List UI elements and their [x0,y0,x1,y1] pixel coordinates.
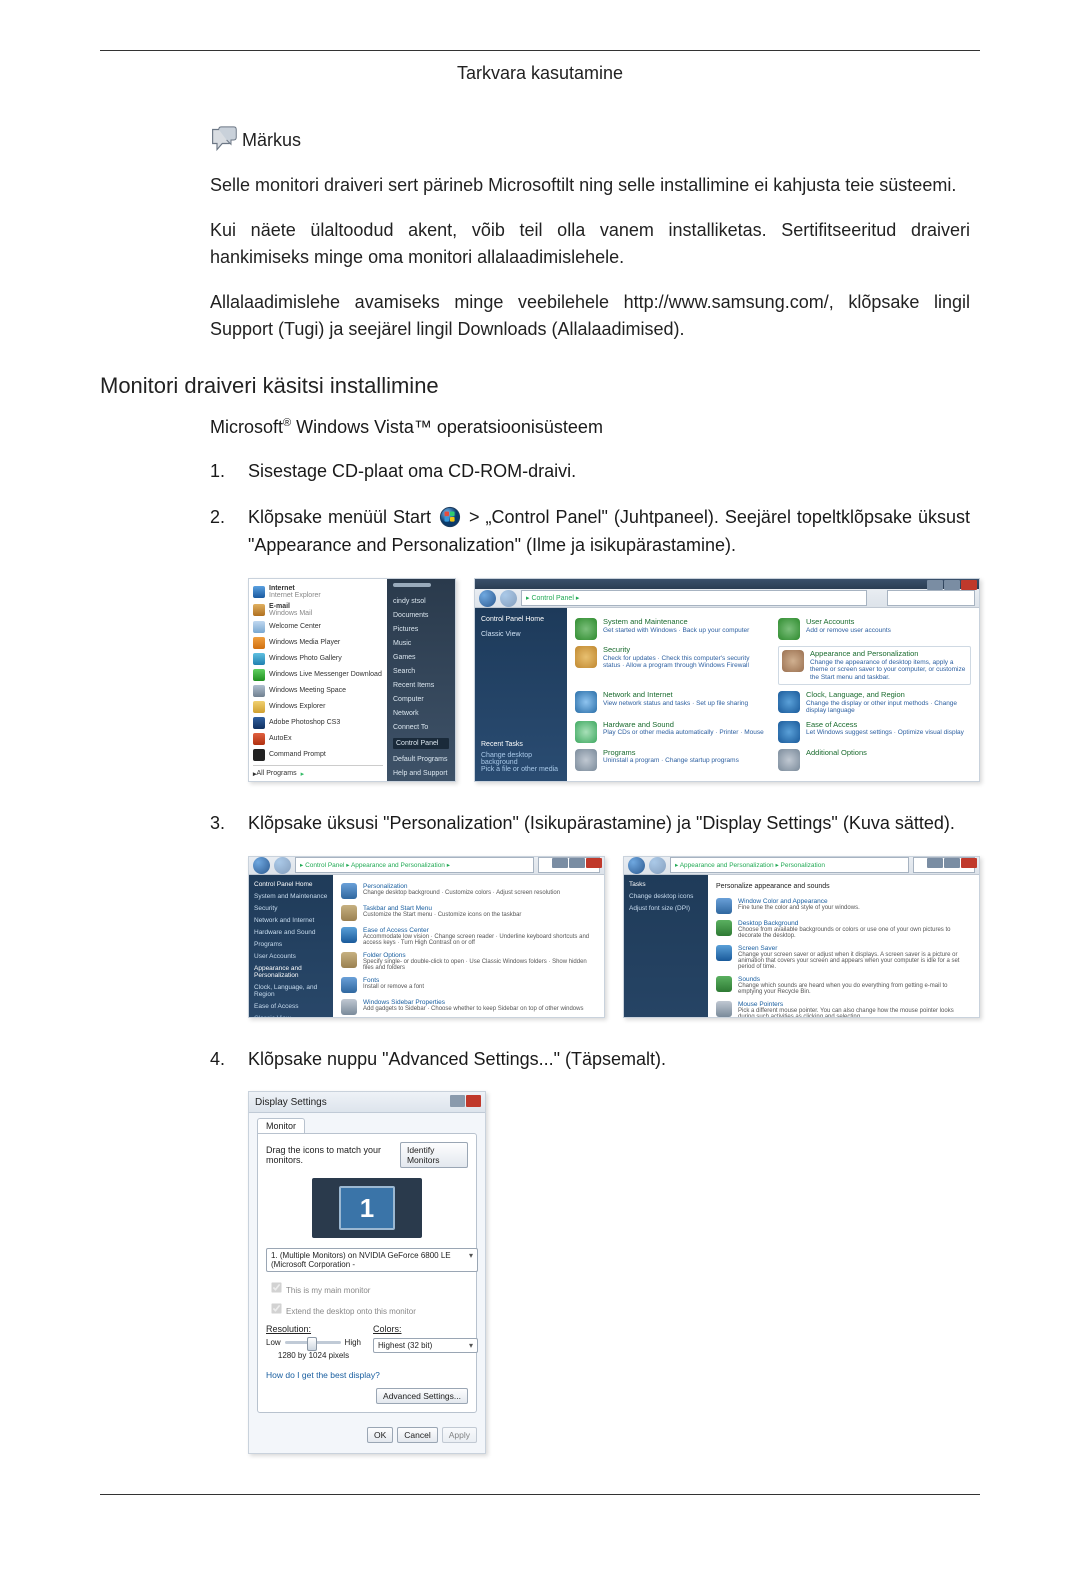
colors-combo[interactable]: Highest (32 bit) [373,1338,478,1353]
note-p2: Kui näete ülaltoodud akent, võib teil ol… [210,217,970,271]
advanced-settings-button[interactable]: Advanced Settings... [376,1388,468,1404]
monitor-arrange-box[interactable]: 1 [312,1178,422,1238]
extend-desktop-checkbox [271,1304,281,1314]
monitor-1-icon[interactable]: 1 [339,1186,395,1230]
identify-monitors-button[interactable]: Identify Monitors [400,1142,468,1168]
figure-row-3: Display Settings Monitor Drag the icons … [248,1091,980,1454]
note-icon [210,126,238,154]
os-subtitle: Microsoft® Windows Vista™ operatsioonisü… [210,417,980,438]
note-row: Märkus [210,126,970,154]
start-orb-icon [439,506,461,528]
subtitle-prefix: Microsoft [210,417,283,437]
note-label: Märkus [242,130,301,151]
screenshot-display-settings: Display Settings Monitor Drag the icons … [248,1091,486,1454]
screenshot-appearance-pane: ▸ Control Panel ▸ Appearance and Persona… [248,856,605,1018]
dialog-title: Display Settings [255,1097,327,1108]
figure-row-1: InternetInternet Explorer E-mailWindows … [248,578,980,782]
main-monitor-checkbox [271,1283,281,1293]
footer-rule [100,1494,980,1495]
cancel-button[interactable]: Cancel [397,1427,437,1443]
step-2: Klõpsake menüül Start > „Control Panel" … [210,504,970,560]
section-title: Monitori draiveri käsitsi installimine [100,373,980,399]
header-rule [100,50,980,51]
resolution-label: Resolution: [266,1324,311,1334]
note-p1: Selle monitori draiveri sert pärineb Mic… [210,172,970,199]
step-4: Klõpsake nuppu "Advanced Settings..." (T… [210,1046,970,1074]
figure-row-2: ▸ Control Panel ▸ Appearance and Persona… [248,856,980,1018]
step-3: Klõpsake üksusi "Personalization" (Isiku… [210,810,970,838]
screenshot-control-panel: ▸ Control Panel ▸ Control Panel Home Cla… [474,578,980,782]
resolution-value: 1280 by 1024 pixels [266,1351,361,1360]
ok-button[interactable]: OK [367,1427,393,1443]
screenshot-start-menu: InternetInternet Explorer E-mailWindows … [248,578,456,782]
step-2-a: Klõpsake menüül Start [248,507,437,527]
apply-button: Apply [442,1427,477,1443]
drag-caption: Drag the icons to match your monitors. [266,1145,400,1165]
monitor-select-combo[interactable]: 1. (Multiple Monitors) on NVIDIA GeForce… [266,1248,478,1272]
subtitle-suffix: Windows Vista™ operatsioonisüsteem [291,417,603,437]
help-link[interactable]: How do I get the best display? [266,1370,380,1380]
tab-monitor[interactable]: Monitor [257,1118,305,1133]
page-title: Tarkvara kasutamine [100,63,980,84]
step-1: Sisestage CD-plaat oma CD-ROM-draivi. [210,458,970,486]
note-p3: Allalaadimislehe avamiseks minge veebile… [210,289,970,343]
start-menu-right: cindy stsol Documents Pictures Music Gam… [387,579,455,781]
resolution-slider[interactable]: Low High [266,1338,361,1347]
start-menu-left: InternetInternet Explorer E-mailWindows … [249,579,387,781]
screenshot-personalization-pane: ▸ Appearance and Personalization ▸ Perso… [623,856,980,1018]
steps-list: Sisestage CD-plaat oma CD-ROM-draivi. Kl… [210,458,970,560]
colors-label: Colors: [373,1324,402,1334]
